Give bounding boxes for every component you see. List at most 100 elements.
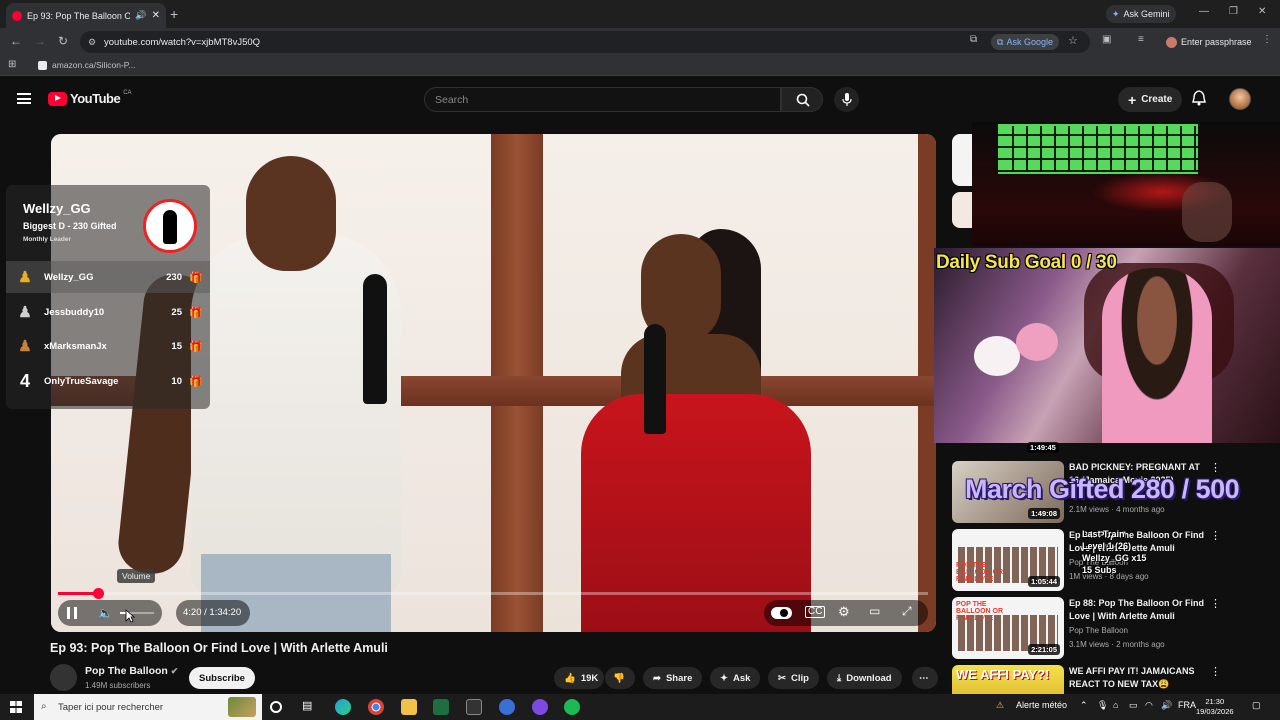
microphone-tray-icon[interactable]: 🎙	[1097, 700, 1108, 711]
captions-icon[interactable]: CC	[805, 606, 826, 618]
system-clock[interactable]: 21:30 19/03/2026	[1196, 697, 1234, 717]
weather-alert-icon[interactable]: ⚠	[996, 700, 1004, 711]
weather-alert-label[interactable]: Alerte météo	[1016, 700, 1067, 710]
account-avatar[interactable]	[1229, 88, 1251, 110]
video-thumbnail[interactable]: POP THE BALLOON OR FIND LOVE 1:05:44	[952, 529, 1064, 591]
more-vertical-icon[interactable]: ⋮	[1210, 529, 1221, 542]
apps-grid-icon[interactable]: ⊞	[8, 59, 16, 70]
like-button[interactable]: 👍 19K	[554, 667, 604, 689]
sidebar-thumbnail-partial[interactable]	[952, 192, 972, 228]
download-button[interactable]: ⤓ Download	[827, 667, 902, 689]
channel-name[interactable]: Pop The Balloon ✔	[85, 665, 178, 677]
language-indicator[interactable]: FRA	[1178, 700, 1196, 710]
network-icon[interactable]: ⌂	[1113, 700, 1118, 710]
speaker-tray-icon[interactable]: 🔊	[1161, 700, 1172, 711]
more-vertical-icon[interactable]: ⋮	[1210, 597, 1221, 610]
video-thumbnail[interactable]: WE AFFI PAY?!	[952, 665, 1064, 694]
notifications-bell-icon[interactable]	[1192, 90, 1206, 106]
install-icon[interactable]: ⧉	[970, 34, 977, 45]
youtube-logo[interactable]: YouTube CA	[48, 90, 132, 106]
sidebar-thumbnail-partial[interactable]	[952, 134, 972, 186]
battery-icon[interactable]: ▭	[1129, 700, 1138, 711]
time-display: 4:20 / 1:34:20	[183, 607, 242, 618]
ask-button[interactable]: ✦ Ask	[710, 667, 761, 689]
subscribe-button[interactable]: Subscribe	[189, 667, 255, 689]
volume-tooltip: Volume	[117, 569, 156, 583]
settings-gear-icon[interactable]: ⚙	[838, 604, 850, 620]
share-button[interactable]: ➦ Share	[643, 667, 703, 689]
leaderboard-name: Wellzy_GG	[44, 271, 94, 283]
leaderboard-row: ♟ Jessbuddy10 25 🎁	[6, 296, 210, 328]
fullscreen-icon[interactable]: ⤢	[902, 604, 912, 619]
taskbar-search-input[interactable]: ⌕ Taper ici pour rechercher	[34, 694, 262, 720]
leaderboard-count: 25	[171, 306, 182, 318]
more-actions-button[interactable]: ⋯	[912, 667, 938, 689]
volume-icon[interactable]: 🔈	[98, 606, 113, 620]
menu-kebab-icon[interactable]: ⋮	[1262, 34, 1272, 45]
enter-passphrase-button[interactable]: Enter passphrase	[1160, 33, 1258, 51]
file-explorer-icon[interactable]	[401, 699, 417, 715]
spotify-icon[interactable]	[564, 699, 580, 715]
create-button[interactable]: + Create	[1118, 87, 1183, 112]
minimize-icon[interactable]: —	[1199, 6, 1209, 17]
site-info-icon[interactable]: ⚙	[88, 37, 96, 48]
back-arrow-icon[interactable]: ←	[10, 34, 22, 48]
bookmark-star-icon[interactable]: ☆	[1068, 34, 1078, 47]
cortana-icon[interactable]	[270, 701, 282, 713]
leader-subtitle: Biggest D - 230 Gifted	[23, 221, 117, 231]
reading-mode-icon[interactable]: ▣	[1102, 34, 1111, 45]
pause-icon[interactable]	[67, 607, 77, 619]
excel-icon[interactable]	[433, 699, 449, 715]
windows-start-icon[interactable]	[10, 701, 22, 713]
more-vertical-icon[interactable]: ⋮	[1210, 665, 1221, 678]
app-icon[interactable]	[532, 699, 548, 715]
ask-gemini-button[interactable]: ✦ Ask Gemini	[1106, 5, 1176, 23]
speaker-icon[interactable]: 🔊	[135, 10, 146, 21]
ask-google-button[interactable]: ⧉ Ask Google	[991, 34, 1059, 50]
video-title: WE AFFI PAY IT! JAMAICANS REACT TO NEW T…	[1069, 666, 1195, 689]
voice-search-button[interactable]	[834, 87, 859, 112]
leader-name: Wellzy_GG	[23, 201, 91, 216]
leaderboard-name: xMarksmanJx	[44, 340, 107, 352]
progress-scrubber[interactable]	[92, 588, 104, 599]
new-tab-button[interactable]: +	[170, 6, 178, 22]
browser-tab-active[interactable]: Ep 93: Pop The Balloon Or F 🔊 ✕	[6, 3, 166, 28]
video-thumbnail[interactable]: POP THE BALLOON OR FIND LOVE 2:21:05	[952, 597, 1064, 659]
tab-close-icon[interactable]: ✕	[152, 10, 160, 21]
wifi-icon[interactable]: ◠	[1145, 700, 1153, 711]
address-bar[interactable]: ⚙ youtube.com/watch?v=xjbMT8vJ50Q	[80, 31, 1090, 53]
search-icon: ⌕	[41, 701, 47, 712]
task-view-icon[interactable]: ▤	[302, 699, 318, 715]
search-button[interactable]	[781, 87, 823, 112]
window-close-icon[interactable]: ✕	[1258, 6, 1266, 17]
channel-avatar[interactable]	[50, 664, 77, 691]
notifications-icon[interactable]: ▢	[1252, 700, 1261, 711]
address-row: ← → ↻ ⚙ youtube.com/watch?v=xjbMT8vJ50Q …	[0, 28, 1280, 56]
scissors-icon: ✂	[778, 672, 786, 684]
bookmark-item[interactable]: amazon.ca/Silicon-P...	[38, 60, 135, 70]
streamer-webcam-overlay	[934, 248, 1280, 443]
restore-icon[interactable]: ❐	[1229, 6, 1238, 17]
app-icon[interactable]	[499, 699, 515, 715]
app-icon[interactable]	[466, 699, 482, 715]
tray-chevron-icon[interactable]: ⌃	[1080, 700, 1088, 711]
dislike-button[interactable]: 👎	[605, 667, 635, 689]
search-input[interactable]: Search	[424, 87, 781, 112]
tab-search-icon[interactable]: ≡	[1138, 34, 1144, 45]
ask-gemini-label: Ask Gemini	[1123, 9, 1170, 19]
search-icon	[796, 93, 810, 107]
chrome-browser-icon[interactable]	[368, 699, 384, 715]
sidebar-video-item[interactable]: POP THE BALLOON OR FIND LOVE 2:21:05 Ep …	[952, 597, 1272, 661]
hamburger-menu-icon[interactable]	[17, 93, 31, 104]
thumbnail-text: POP THE BALLOON OR FIND LOVE	[956, 562, 1004, 583]
edge-browser-icon[interactable]	[335, 699, 351, 715]
gemini-sparkle-icon: ✦	[1112, 8, 1120, 19]
autoplay-toggle[interactable]	[771, 607, 792, 619]
progress-bar[interactable]	[58, 588, 928, 599]
theater-mode-icon[interactable]: ▭	[869, 604, 880, 618]
clip-button[interactable]: ✂ Clip	[768, 667, 819, 689]
forward-arrow-icon[interactable]: →	[34, 34, 46, 48]
reload-icon[interactable]: ↻	[58, 34, 68, 48]
sidebar-video-item[interactable]: WE AFFI PAY?! WE AFFI PAY IT! JAMAICANS …	[952, 665, 1272, 694]
more-vertical-icon[interactable]: ⋮	[1210, 461, 1221, 474]
